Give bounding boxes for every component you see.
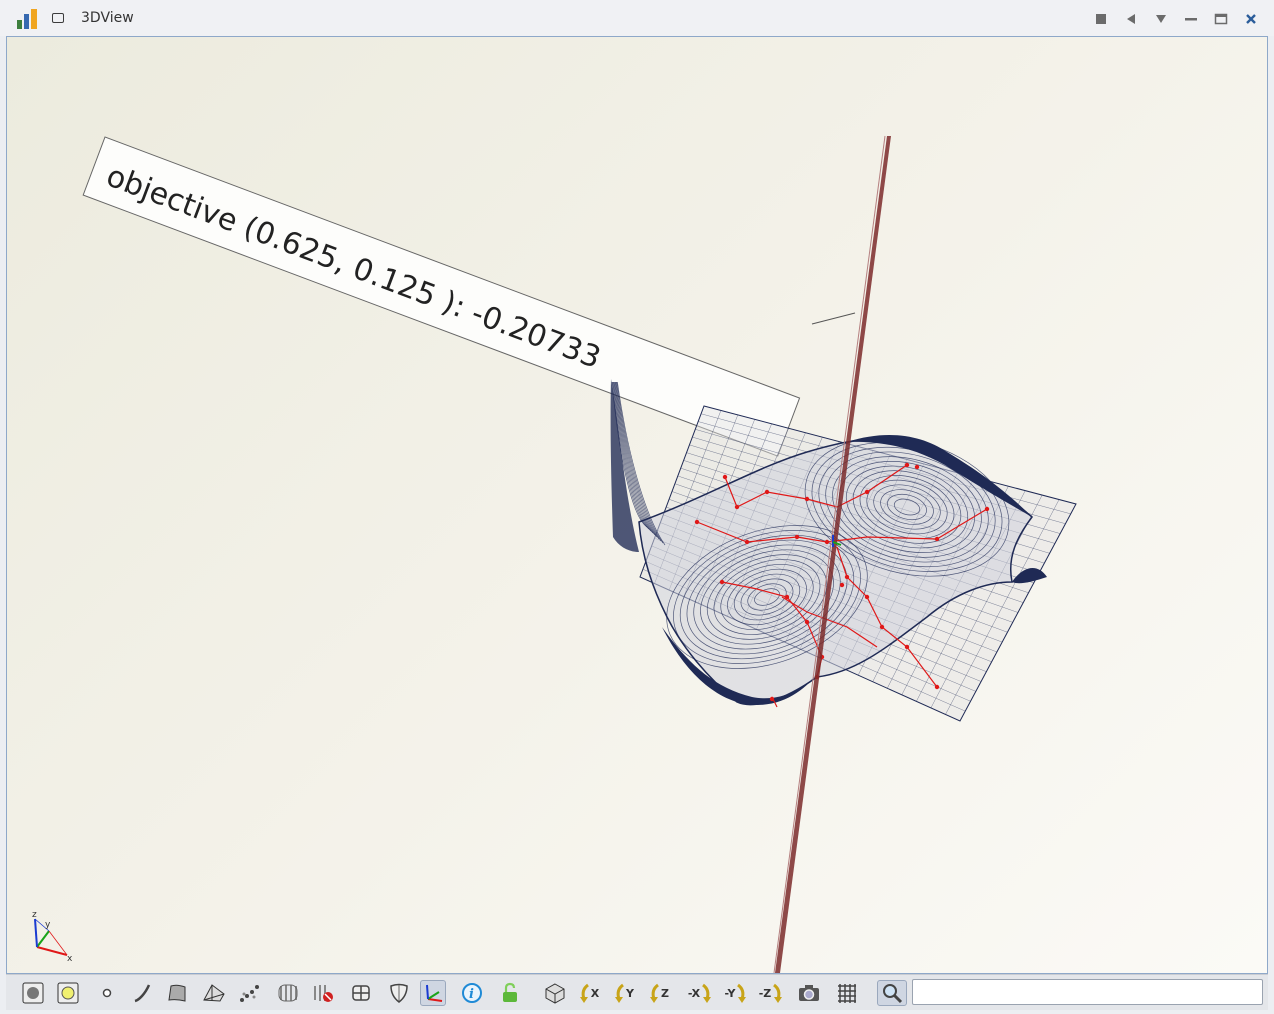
search-input[interactable]: [912, 979, 1263, 1005]
isometric-view-button[interactable]: [542, 980, 568, 1006]
path-point: [694, 519, 700, 525]
close-icon[interactable]: [1240, 8, 1262, 30]
path-point: [934, 684, 940, 690]
path-point: [744, 539, 750, 545]
shaded-sphere-icon: [57, 982, 79, 1004]
surface-button[interactable]: [164, 980, 190, 1006]
section-button[interactable]: [348, 980, 374, 1006]
axes-triad: x y z: [32, 910, 73, 964]
path-point: [804, 619, 810, 625]
cut-plane-icon: [278, 984, 298, 1002]
rotate-neg-x-button[interactable]: -X: [684, 980, 716, 1006]
curve-icon: [134, 984, 151, 1003]
lock-button[interactable]: [497, 980, 523, 1006]
path-point: [734, 504, 740, 510]
rotate-neg-z-label: -Z: [758, 986, 772, 1000]
rotate-neg-x-label: -X: [687, 986, 701, 1000]
grid-icon: [838, 984, 856, 1003]
axes-toggle-button[interactable]: [420, 980, 446, 1006]
path-point: [864, 489, 870, 495]
search-button[interactable]: [877, 980, 907, 1006]
rotate-x-label: X: [590, 986, 600, 1000]
path-point: [804, 496, 810, 502]
rotate-y-label: Y: [626, 986, 634, 1000]
maximize-icon[interactable]: [1210, 8, 1232, 30]
path-point: [844, 574, 850, 580]
surface-icon: [168, 984, 186, 1002]
path-point: [914, 464, 920, 470]
app-logo-icon: [17, 9, 37, 29]
path-point: [934, 536, 940, 542]
path-point: [984, 506, 990, 512]
shield-icon: [390, 983, 408, 1003]
path-point: [794, 534, 800, 540]
solid-sphere-icon: [22, 982, 44, 1004]
screenshot-button[interactable]: [796, 980, 822, 1006]
view-toolbar: i X Y Z -X -Y -Z: [6, 974, 1268, 1010]
rotate-neg-y-label: -Y: [724, 986, 736, 1000]
axis-x-label: x: [67, 954, 73, 964]
info-icon: i: [462, 983, 482, 1003]
remove-cut-plane-button[interactable]: [310, 980, 336, 1006]
window-title: 3DView: [81, 10, 134, 26]
previous-icon[interactable]: [1120, 8, 1142, 30]
mesh-icon: [203, 984, 225, 1002]
info-button[interactable]: i: [459, 980, 485, 1006]
shaded-render-button[interactable]: [55, 980, 81, 1006]
rotate-arrow-icon: [579, 983, 589, 1003]
shield-button[interactable]: [386, 980, 412, 1006]
rotate-arrow-icon: [650, 983, 659, 1003]
rotate-z-button[interactable]: Z: [646, 980, 672, 1006]
axis-z-label: z: [32, 910, 37, 920]
path-point: [784, 594, 790, 600]
rotate-arrow-icon: [615, 983, 624, 1003]
rotate-back-arrow-icon: [737, 983, 747, 1003]
point-cloud-button[interactable]: [236, 980, 262, 1006]
path-point: [719, 579, 725, 585]
path-point: [864, 594, 870, 600]
annotation-text: objective (0.625, 0.125 ): -0.20733: [102, 159, 606, 376]
axes-icon: [426, 984, 443, 1002]
stop-icon[interactable]: [1090, 8, 1112, 30]
axis-y-label: y: [45, 920, 51, 930]
3d-viewport[interactable]: objective (0.625, 0.125 ): -0.20733 x y …: [6, 36, 1268, 974]
remove-cut-icon: [314, 985, 333, 1002]
annotation-label: objective (0.625, 0.125 ): -0.20733: [82, 136, 801, 457]
rotate-back-arrow-icon: [702, 983, 712, 1003]
rotate-back-arrow-icon: [773, 983, 783, 1003]
mesh-button[interactable]: [201, 980, 227, 1006]
minimize-icon[interactable]: [1180, 8, 1202, 30]
svg-text:i: i: [469, 987, 474, 1002]
path-point: [722, 474, 728, 480]
search-icon: [883, 984, 903, 1004]
title-bar: 3DView: [0, 0, 1274, 36]
point-icon: [102, 988, 112, 998]
window-icon: [52, 13, 64, 23]
path-point: [879, 624, 885, 630]
rotate-z-label: Z: [661, 986, 669, 1000]
cube-icon: [545, 983, 565, 1004]
dropdown-icon[interactable]: [1150, 8, 1172, 30]
section-icon: [352, 985, 370, 1001]
path-point: [824, 539, 830, 545]
points-button[interactable]: [94, 980, 120, 1006]
path-point: [904, 462, 910, 468]
path-point: [839, 582, 845, 588]
grid-toggle-button[interactable]: [834, 980, 860, 1006]
rotate-x-button[interactable]: X: [576, 980, 602, 1006]
cut-plane-button[interactable]: [275, 980, 301, 1006]
point-cloud-icon: [240, 985, 259, 1002]
rotate-y-button[interactable]: Y: [611, 980, 637, 1006]
curve-button[interactable]: [129, 980, 155, 1006]
rotate-neg-z-button[interactable]: -Z: [755, 980, 787, 1006]
path-point: [764, 489, 770, 495]
lock-icon: [503, 982, 517, 1002]
rotate-neg-y-button[interactable]: -Y: [720, 980, 752, 1006]
path-point: [769, 696, 775, 702]
solid-render-button[interactable]: [20, 980, 46, 1006]
camera-icon: [799, 985, 819, 1001]
annotation-leader: [811, 312, 856, 325]
path-point: [904, 644, 910, 650]
